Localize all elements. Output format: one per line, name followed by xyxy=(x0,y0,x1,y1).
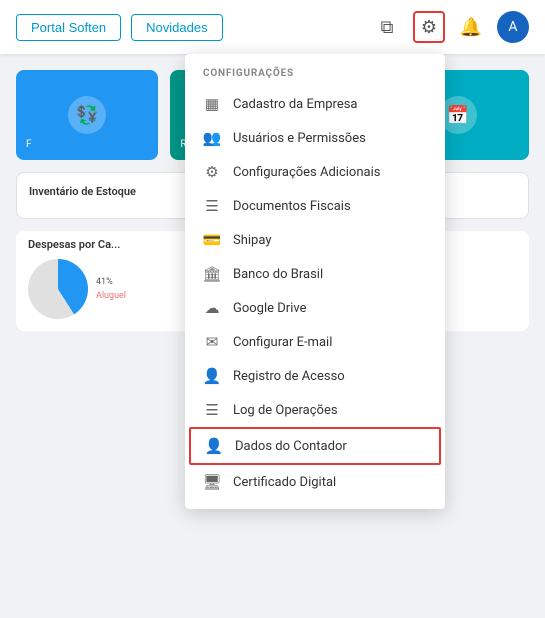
registro-acesso-label: Registro de Acesso xyxy=(233,369,345,384)
certificado-digital-icon: 🖥 xyxy=(203,473,221,491)
shipay-icon: 💳 xyxy=(203,231,221,249)
cadastro-empresa-label: Cadastro da Empresa xyxy=(233,97,358,112)
app-header: Portal Soften Novidades ⧉ ⚙ 🔔 A xyxy=(0,0,545,54)
usuarios-permissoes-label: Usuários e Permissões xyxy=(233,131,366,146)
banco-brasil-label: Banco do Brasil xyxy=(233,267,323,282)
documentos-fiscais-icon: ☰ xyxy=(203,197,221,215)
google-drive-icon: ☁ xyxy=(203,299,221,317)
menu-item-dados-contador[interactable]: 👤 Dados do Contador xyxy=(189,427,441,465)
cadastro-empresa-icon: ▦ xyxy=(203,95,221,113)
log-operacoes-icon: ☰ xyxy=(203,401,221,419)
settings-dropdown: CONFIGURAÇÕES ▦ Cadastro da Empresa 👥 Us… xyxy=(185,54,445,509)
menu-item-log-operacoes[interactable]: ☰ Log de Operações xyxy=(185,393,445,427)
bg-card-1: 💱 F xyxy=(16,70,158,160)
menu-item-google-drive[interactable]: ☁ Google Drive xyxy=(185,291,445,325)
menu-item-registro-acesso[interactable]: 👤 Registro de Acesso xyxy=(185,359,445,393)
menu-item-configurar-email[interactable]: ✉ Configurar E-mail xyxy=(185,325,445,359)
menu-item-cadastro-empresa[interactable]: ▦ Cadastro da Empresa xyxy=(185,87,445,121)
settings-icon[interactable]: ⚙ xyxy=(413,11,445,43)
usuarios-permissoes-icon: 👥 xyxy=(203,129,221,147)
bell-icon[interactable]: 🔔 xyxy=(455,11,487,43)
dropdown-section-label: CONFIGURAÇÕES xyxy=(185,64,445,87)
log-operacoes-label: Log de Operações xyxy=(233,403,338,418)
configuracoes-adicionais-icon: ⚙ xyxy=(203,163,221,181)
menu-item-documentos-fiscais[interactable]: ☰ Documentos Fiscais xyxy=(185,189,445,223)
configurar-email-label: Configurar E-mail xyxy=(233,335,332,350)
menu-item-usuarios-permissoes[interactable]: 👥 Usuários e Permissões xyxy=(185,121,445,155)
certificado-digital-label: Certificado Digital xyxy=(233,475,336,490)
configuracoes-adicionais-label: Configurações Adicionais xyxy=(233,165,380,180)
novidades-button[interactable]: Novidades xyxy=(131,14,222,41)
registro-acesso-icon: 👤 xyxy=(203,367,221,385)
menu-item-certificado-digital[interactable]: 🖥 Certificado Digital xyxy=(185,465,445,499)
configurar-email-icon: ✉ xyxy=(203,333,221,351)
menu-item-banco-brasil[interactable]: 🏛 Banco do Brasil xyxy=(185,257,445,291)
dados-contador-label: Dados do Contador xyxy=(235,439,347,454)
banco-brasil-icon: 🏛 xyxy=(203,265,221,283)
menu-item-shipay[interactable]: 💳 Shipay xyxy=(185,223,445,257)
dados-contador-icon: 👤 xyxy=(205,437,223,455)
monitor-icon[interactable]: ⧉ xyxy=(371,11,403,43)
portal-soften-button[interactable]: Portal Soften xyxy=(16,14,121,41)
documentos-fiscais-label: Documentos Fiscais xyxy=(233,199,351,214)
menu-item-configuracoes-adicionais[interactable]: ⚙ Configurações Adicionais xyxy=(185,155,445,189)
google-drive-label: Google Drive xyxy=(233,301,306,316)
avatar[interactable]: A xyxy=(497,11,529,43)
shipay-label: Shipay xyxy=(233,233,271,248)
